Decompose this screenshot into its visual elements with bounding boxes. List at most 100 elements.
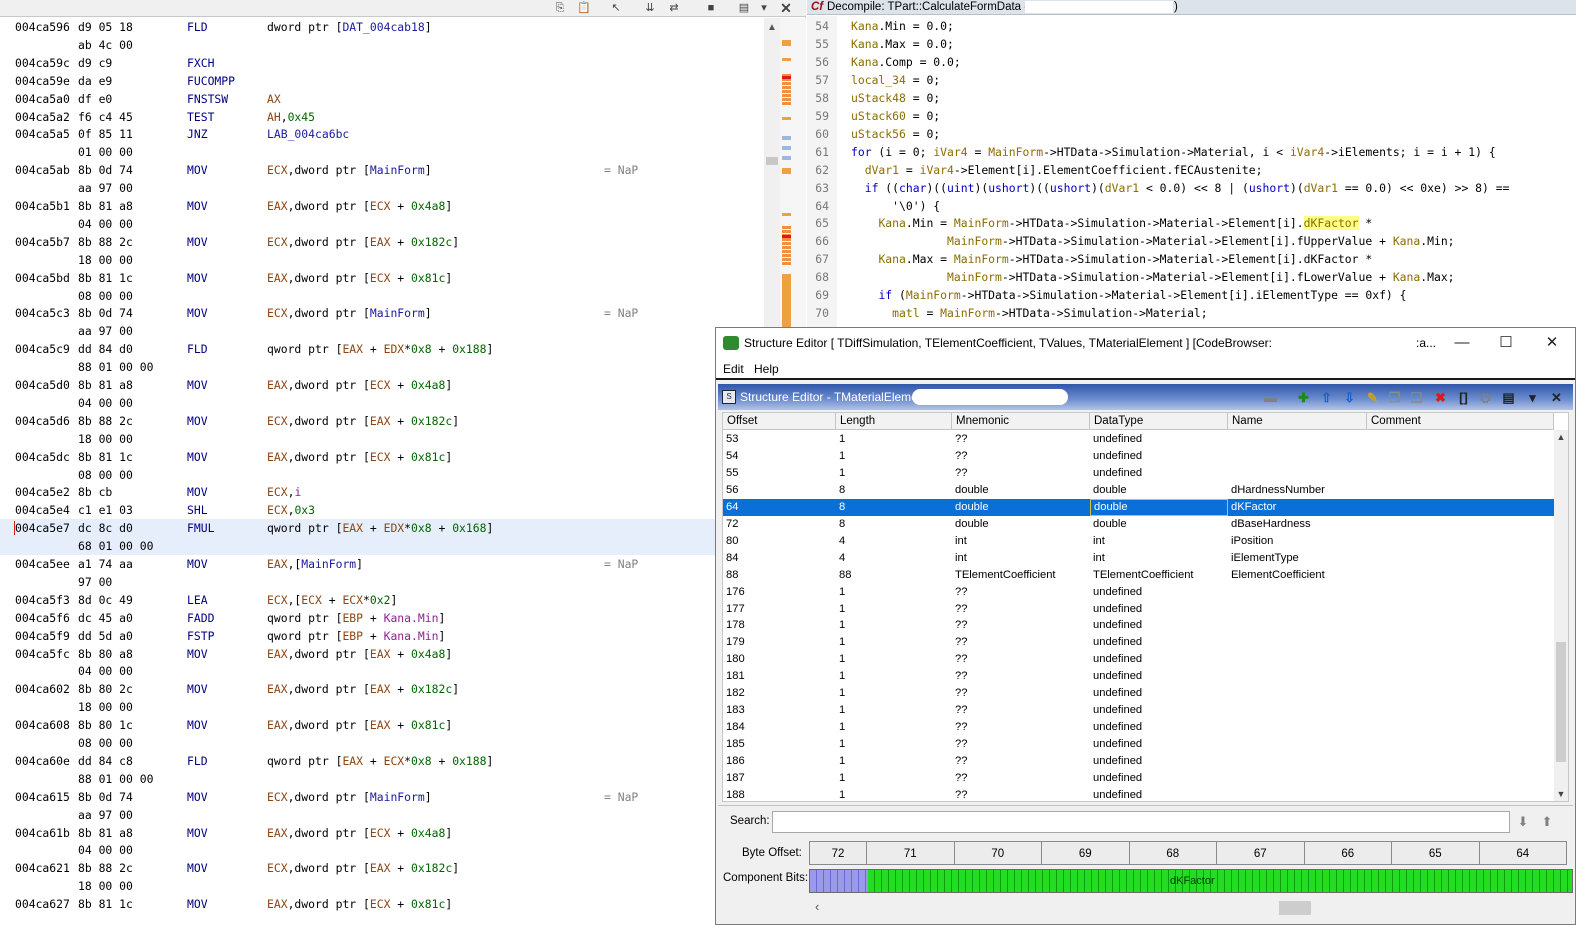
col-name-cell[interactable] [1228,465,1367,482]
listing-row[interactable]: 08 00 00 [0,466,764,484]
search-input[interactable] [772,811,1510,833]
listing-row[interactable]: 004ca608 8b 80 1c MOV EAX,dword ptr [EAX + … [0,716,764,734]
col-length-header[interactable]: Length [836,413,952,430]
col-datatype-header[interactable]: DataType [1090,413,1228,430]
listing-row[interactable]: 004ca61b 8b 81 a8 MOV EAX,dword ptr [ECX + … [0,824,764,842]
col-comment-cell[interactable] [1367,499,1554,516]
col-length-cell[interactable]: 1 [836,753,952,770]
col-comment-cell[interactable] [1367,668,1554,685]
move-down-icon[interactable]: ⇩ [1341,389,1358,406]
scroll-up-icon[interactable]: ▲ [1554,432,1568,442]
col-offset-cell[interactable]: 188 [723,787,836,801]
col-offset-cell[interactable]: 185 [723,736,836,753]
col-offset-cell[interactable]: 176 [723,584,836,601]
listing-row[interactable]: 004ca5ab 8b 0d 74 MOV ECX,dword ptr [MainFo… [0,161,764,179]
col-comment-cell[interactable] [1367,702,1554,719]
col-mnemonic-cell[interactable]: ?? [952,770,1090,787]
table-row[interactable]: 181 1?? undefined [723,668,1554,685]
snapshot-icon[interactable]: ■ [703,1,719,15]
col-comment-cell[interactable] [1367,584,1554,601]
listing-row[interactable]: 18 00 00 [0,430,764,448]
decompile-title-bar[interactable]: Cf Decompile: TPart::CalculateFormData -… [807,0,1576,15]
listing-row[interactable]: 004ca5b7 8b 88 2c MOV ECX,dword ptr [EAX + … [0,233,764,251]
decompile-line[interactable]: 62 dVar1 = iVar4->Element[i].ElementCoeff… [807,161,1576,179]
decompile-line[interactable]: 61 for (i = 0; iVar4 = MainForm->HTData->… [807,143,1576,161]
decompile-line[interactable]: 65 Kana.Min = MainForm->HTData->Simulatio… [807,214,1576,232]
listing-row[interactable]: 004ca5a2 f6 c4 45 TEST AH,0x45 [0,108,764,126]
col-length-cell[interactable]: 1 [836,431,952,448]
col-mnemonic-cell[interactable]: ?? [952,601,1090,618]
col-mnemonic-cell[interactable]: double [952,482,1090,499]
listing-row[interactable]: aa 97 00 [0,179,764,197]
col-offset-cell[interactable]: 183 [723,702,836,719]
listing-row[interactable]: 04 00 00 [0,662,764,680]
table-row[interactable]: 54 1?? undefined [723,448,1554,465]
decompile-line[interactable]: 68 MainForm->HTData->Simulation->Material… [807,268,1576,286]
col-datatype-cell[interactable]: undefined [1090,465,1228,482]
decompile-line[interactable]: 57 local_34 = 0; [807,71,1576,89]
listing-row[interactable]: 004ca602 8b 80 2c MOV EAX,dword ptr [EAX + … [0,680,764,698]
bits-scrollbar[interactable]: ‹ [809,899,1573,917]
listing-row[interactable]: 04 00 00 [0,841,764,859]
listing-row[interactable]: 004ca5b1 8b 81 a8 MOV EAX,dword ptr [ECX + … [0,197,764,215]
col-mnemonic-cell[interactable]: int [952,550,1090,567]
table-row[interactable]: 88 88 TElementCoefficient TElementCoefficie… [723,567,1554,584]
decompile-line[interactable]: 66 MainForm->HTData->Simulation->Material… [807,232,1576,250]
decompile-line[interactable]: 60 uStack56 = 0; [807,125,1576,143]
listing-row[interactable]: 004ca596 d9 05 18 FLD dword ptr [DAT_004cab… [0,18,764,36]
listing-row[interactable]: 18 00 00 [0,698,764,716]
col-name-header[interactable]: Name [1228,413,1367,430]
col-mnemonic-cell[interactable]: ?? [952,702,1090,719]
listing-row[interactable]: 68 01 00 00 [0,537,764,556]
scroll-thumb[interactable] [766,157,778,165]
table-row[interactable]: 64 8 double double dKFactor [723,498,1554,516]
col-mnemonic-cell[interactable]: double [952,499,1090,516]
col-offset-cell[interactable]: 184 [723,719,836,736]
col-length-cell[interactable]: 1 [836,787,952,801]
dropdown-icon[interactable]: ▾ [756,1,772,15]
window-close-icon[interactable]: ✕ [1529,328,1575,358]
listing-row[interactable]: 004ca5a0 df e0 FNSTSW AX [0,90,764,108]
col-comment-cell[interactable] [1367,787,1554,801]
listing-row[interactable]: 004ca59e da e9 FUCOMPP [0,72,764,90]
col-name-cell[interactable] [1228,448,1367,465]
listing-row[interactable]: 004ca5ee a1 74 aa MOV EAX,[MainForm] = NaP [0,555,764,573]
table-row[interactable]: 184 1?? undefined [723,719,1554,736]
col-comment-cell[interactable] [1367,482,1554,499]
scroll-down-icon[interactable]: ▼ [1554,789,1568,799]
decompile-line[interactable]: 56 Kana.Comp = 0.0; [807,53,1576,71]
col-offset-cell[interactable]: 64 [723,499,836,516]
col-mnemonic-cell[interactable]: ?? [952,719,1090,736]
decompile-line[interactable]: 63 if ((char)((uint)(ushort)((ushort)(dVa… [807,179,1576,197]
listing-row[interactable]: 004ca60e dd 84 c8 FLD qword ptr [EAX + ECX*… [0,752,764,770]
decompile-line[interactable]: 69 if (MainForm->HTData->Simulation->Mate… [807,286,1576,304]
table-row[interactable]: 178 1?? undefined [723,617,1554,634]
decompile-line[interactable]: 55 Kana.Max = 0.0; [807,35,1576,53]
col-comment-cell[interactable] [1367,651,1554,668]
delete-icon[interactable]: ✖ [1432,389,1449,406]
col-offset-cell[interactable]: 178 [723,617,836,634]
col-length-cell[interactable]: 1 [836,770,952,787]
table-row[interactable]: 180 1?? undefined [723,651,1554,668]
move-up-icon[interactable]: ⇧ [1318,389,1335,406]
col-comment-cell[interactable] [1367,634,1554,651]
listing-row[interactable]: 08 00 00 [0,734,764,752]
col-length-cell[interactable]: 1 [836,634,952,651]
col-datatype-cell[interactable]: undefined [1090,584,1228,601]
col-length-cell[interactable]: 1 [836,465,952,482]
listing-row[interactable]: 004ca627 8b 81 1c MOV EAX,dword ptr [ECX + … [0,895,764,913]
col-datatype-cell[interactable]: undefined [1090,736,1228,753]
decompile-line[interactable]: 59 uStack60 = 0; [807,107,1576,125]
col-length-cell[interactable]: 1 [836,601,952,618]
decompile-code[interactable]: 54 Kana.Min = 0.0; 55 Kana.Max = 0.0; 56 Kana… [807,16,1576,330]
col-name-cell[interactable] [1228,584,1367,601]
listing-row[interactable]: 004ca5dc 8b 81 1c MOV EAX,dword ptr [ECX + … [0,448,764,466]
col-offset-cell[interactable]: 55 [723,465,836,482]
col-length-cell[interactable]: 8 [836,499,952,516]
listing-row[interactable]: 004ca5f6 dc 45 a0 FADD qword ptr [EBP + Kan… [0,609,764,627]
listing-row[interactable]: 004ca5f3 8d 0c 49 LEA ECX,[ECX + ECX*0x2] [0,591,764,609]
col-length-cell[interactable]: 4 [836,550,952,567]
listing-row[interactable]: 004ca621 8b 88 2c MOV ECX,dword ptr [EAX + … [0,859,764,877]
col-name-cell[interactable] [1228,601,1367,618]
col-offset-cell[interactable]: 54 [723,448,836,465]
